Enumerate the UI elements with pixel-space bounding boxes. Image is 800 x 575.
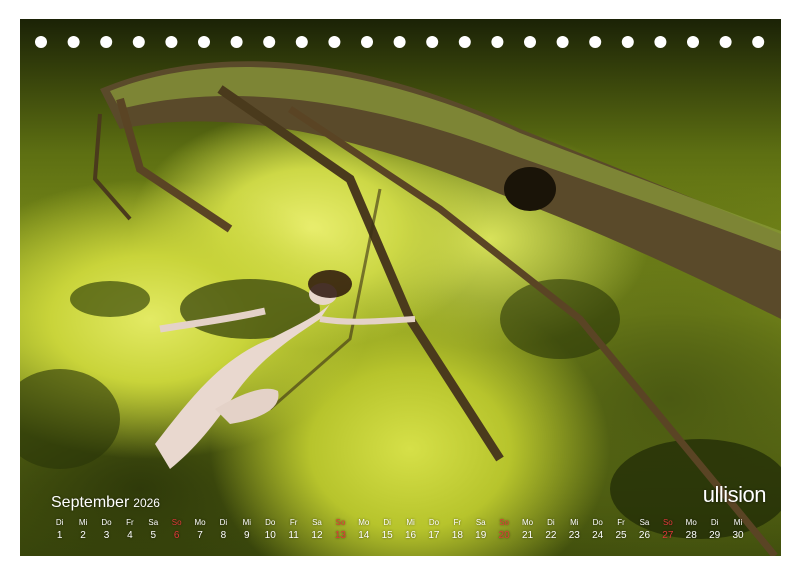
weekday-label: So xyxy=(335,518,346,527)
day-number: 4 xyxy=(127,530,133,541)
weekday-label: Mo xyxy=(685,518,697,527)
calendar-day: Sa 19 xyxy=(469,518,492,544)
day-number: 3 xyxy=(103,530,110,541)
day-number: 12 xyxy=(311,530,323,541)
calendar-day: Mo 28 xyxy=(680,518,703,544)
day-number: 2 xyxy=(80,530,86,541)
calendar-day: Mo 21 xyxy=(516,518,539,544)
weekday-label: Di xyxy=(55,518,64,527)
calendar-day: Do 3 xyxy=(95,518,118,544)
day-number: 19 xyxy=(475,530,487,541)
calendar-page: ullision September 2026 Di 1 Mi 2 Do 3 Fr 4 Sa 5 So… xyxy=(0,0,800,575)
calendar-day: Do 10 xyxy=(259,518,282,544)
weekday-label: Do xyxy=(265,518,276,527)
tree-branches xyxy=(20,61,781,556)
day-number: 9 xyxy=(244,530,250,541)
day-number: 26 xyxy=(638,530,651,541)
day-number: 16 xyxy=(404,530,417,541)
weekday-label: Mo xyxy=(358,518,370,527)
day-number: 29 xyxy=(709,530,721,541)
weekday-label: Fr xyxy=(126,518,134,527)
day-number: 7 xyxy=(197,530,203,541)
calendar-day: Mi 9 xyxy=(235,518,258,544)
weekday-label: Mo xyxy=(194,518,206,527)
calendar-day: Sa 26 xyxy=(633,518,656,544)
weekday-label: Fr xyxy=(453,518,462,527)
month-year: 2026 xyxy=(133,496,160,510)
calendar-day: Sa 5 xyxy=(142,518,165,544)
day-number: 23 xyxy=(568,530,580,541)
calendar-day: Mi 23 xyxy=(563,518,586,544)
calendar-day: So 6 xyxy=(165,518,188,544)
day-number: 22 xyxy=(545,530,557,541)
month-title: September 2026 xyxy=(51,494,160,512)
calendar-day: So 27 xyxy=(656,518,679,544)
weekday-label: Mi xyxy=(406,518,415,527)
weekday-label: Mi xyxy=(570,518,579,527)
day-number: 5 xyxy=(150,530,157,541)
calendar-strip: September 2026 Di 1 Mi 2 Do 3 Fr 4 Sa 5 So 6 Mo 7 Di 8 Mi… xyxy=(20,490,781,556)
day-number: 21 xyxy=(521,530,534,541)
weekday-label: Mi xyxy=(242,518,252,527)
day-number: 1 xyxy=(56,530,63,541)
weekday-label: Di xyxy=(383,518,391,527)
day-number: 30 xyxy=(732,530,744,541)
weekday-label: Sa xyxy=(639,518,650,527)
calendar-day: Do 17 xyxy=(422,518,445,544)
calendar-day: Di 1 xyxy=(48,518,71,544)
day-number: 25 xyxy=(615,530,627,541)
calendar-day: Mi 2 xyxy=(71,518,94,544)
day-number: 17 xyxy=(428,530,440,541)
weekday-label: Mo xyxy=(521,518,534,527)
calendar-day: Di 15 xyxy=(375,518,398,544)
weekday-label: Di xyxy=(710,518,719,527)
weekday-label: Sa xyxy=(475,518,486,527)
weekday-label: Do xyxy=(592,518,603,527)
calendar-day: Mo 7 xyxy=(188,518,211,544)
day-number: 28 xyxy=(685,530,697,541)
weekday-label: So xyxy=(662,518,673,527)
calendar-day: Fr 11 xyxy=(282,518,305,544)
calendar-day: Di 29 xyxy=(703,518,726,544)
calendar-day: Di 22 xyxy=(539,518,562,544)
calendar-day: Mi 16 xyxy=(399,518,422,544)
weekday-label: So xyxy=(171,518,182,527)
day-number: 14 xyxy=(358,530,370,541)
day-number: 20 xyxy=(498,530,510,541)
calendar-day: Mo 14 xyxy=(352,518,375,544)
weekday-label: Sa xyxy=(312,518,322,527)
weekday-label: Di xyxy=(219,518,228,527)
calendar-day: Fr 18 xyxy=(446,518,469,544)
weekday-label: Fr xyxy=(289,518,298,527)
weekday-label: So xyxy=(499,518,510,527)
calendar-day: Fr 4 xyxy=(118,518,141,544)
weekday-label: Mi xyxy=(733,518,743,527)
calendar-day: Mi 30 xyxy=(726,518,749,544)
calendar-day: Do 24 xyxy=(586,518,609,544)
day-number: 8 xyxy=(220,530,227,541)
calendar-day: So 13 xyxy=(329,518,352,544)
month-name: September xyxy=(51,494,130,511)
weekday-label: Mi xyxy=(78,518,88,527)
weekday-label: Di xyxy=(547,518,555,527)
swamp-photo xyxy=(20,19,781,556)
day-number: 24 xyxy=(592,530,604,541)
day-number: 13 xyxy=(334,530,346,541)
weekday-label: Sa xyxy=(148,518,159,527)
calendar-day: Fr 25 xyxy=(609,518,632,544)
day-row: Di 1 Mi 2 Do 3 Fr 4 Sa 5 So 6 Mo 7 Di 8 Mi 9 Do 10 Fr 11 Sa 12 S… xyxy=(48,518,750,544)
calendar-day: So 20 xyxy=(492,518,515,544)
day-number: 18 xyxy=(451,530,463,541)
weekday-label: Do xyxy=(101,518,112,527)
day-number: 11 xyxy=(288,530,299,541)
calendar-day: Sa 12 xyxy=(305,518,328,544)
calendar-day: Di 8 xyxy=(212,518,235,544)
day-number: 27 xyxy=(662,530,674,541)
weekday-label: Fr xyxy=(617,518,625,527)
weekday-label: Do xyxy=(428,518,440,527)
day-number: 10 xyxy=(264,530,276,541)
day-number: 15 xyxy=(381,530,393,541)
day-number: 6 xyxy=(173,530,180,541)
